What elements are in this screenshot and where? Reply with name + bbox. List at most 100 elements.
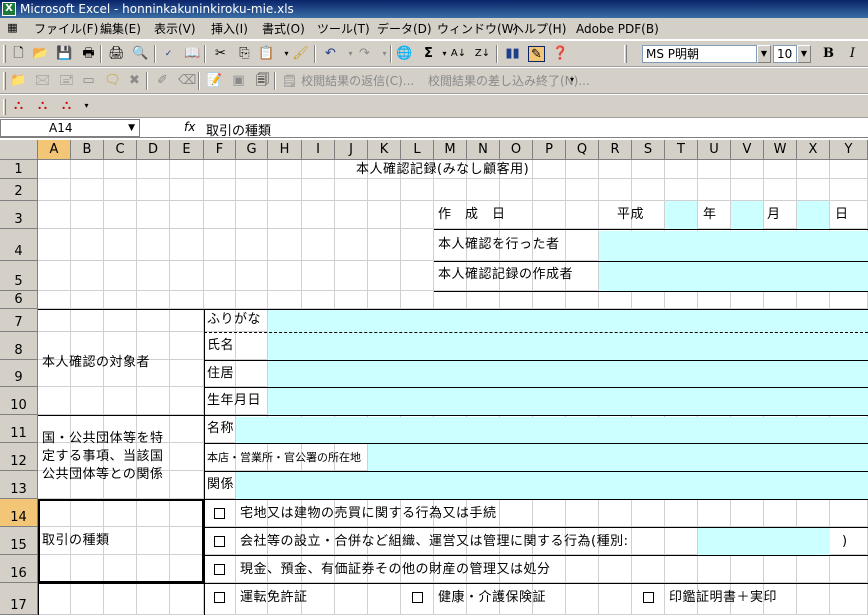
column-header-w[interactable]: W xyxy=(764,140,797,160)
italic-button[interactable]: I xyxy=(844,46,861,62)
column-header-v[interactable]: V xyxy=(731,140,764,160)
id-checkbox-3[interactable] xyxy=(643,592,654,603)
menu-help[interactable]: ヘルプ(H) xyxy=(512,21,566,37)
row-header-5[interactable]: 5 xyxy=(0,261,38,291)
cut-icon[interactable]: ✂ xyxy=(212,46,229,62)
row-header-8[interactable]: 8 xyxy=(0,332,38,360)
open-icon[interactable]: 📂 xyxy=(32,46,49,62)
row-header-6[interactable]: 6 xyxy=(0,291,38,309)
undo-icon[interactable]: ↶ xyxy=(322,46,339,62)
accept-icon[interactable]: ▣ xyxy=(230,73,247,89)
column-header-g[interactable]: G xyxy=(236,140,268,160)
column-header-q[interactable]: Q xyxy=(566,140,599,160)
row-header-11[interactable]: 11 xyxy=(0,415,38,443)
column-header-f[interactable]: F xyxy=(204,140,236,160)
drawing-icon[interactable]: ✎ xyxy=(528,46,545,62)
column-header-m[interactable]: M xyxy=(434,140,467,160)
menu-insert[interactable]: 挿入(I) xyxy=(211,21,248,37)
toolbar-grip[interactable] xyxy=(624,45,627,63)
column-header-x[interactable]: X xyxy=(797,140,830,160)
id-checkbox-2[interactable] xyxy=(412,592,423,603)
row-header-3[interactable]: 3 xyxy=(0,201,38,229)
toolbar-options-icon[interactable]: ▾ xyxy=(566,72,578,90)
id-checkbox-1[interactable] xyxy=(214,592,225,603)
reviewing-pane-icon[interactable]: 🗐 xyxy=(254,73,271,89)
bold-button[interactable]: B xyxy=(820,46,837,62)
menu-data[interactable]: データ(D) xyxy=(377,21,432,37)
autosum-icon[interactable]: Σ xyxy=(420,46,437,62)
font-size-box[interactable]: 10 xyxy=(773,45,797,63)
menu-tools[interactable]: ツール(T) xyxy=(317,21,370,37)
font-name-dropdown-icon[interactable]: ▼ xyxy=(757,45,771,63)
relation-input[interactable] xyxy=(236,471,868,499)
column-header-t[interactable]: T xyxy=(665,140,698,160)
convert-to-pdf-icon[interactable]: ⛬ xyxy=(10,98,27,114)
print-icon[interactable]: 🖨 xyxy=(108,46,125,62)
new-icon[interactable]: 🗋 xyxy=(10,46,27,62)
format-painter-icon[interactable]: 🖌 xyxy=(292,46,309,62)
row-header-14[interactable]: 14 xyxy=(0,499,38,527)
spelling-icon[interactable]: ✓ xyxy=(160,46,177,62)
column-header-d[interactable]: D xyxy=(137,140,170,160)
menu-edit[interactable]: 編集(E) xyxy=(100,21,141,37)
select-all-corner[interactable] xyxy=(0,140,38,160)
column-header-h[interactable]: H xyxy=(268,140,302,160)
tx-type-input[interactable] xyxy=(698,527,830,555)
paste-icon[interactable]: 📋 xyxy=(258,46,275,62)
pdf-email-icon[interactable]: ⛬ xyxy=(34,98,51,114)
sort-ascending-icon[interactable]: A↓ xyxy=(450,46,467,62)
tx-checkbox-1[interactable] xyxy=(214,508,225,519)
column-header-k[interactable]: K xyxy=(368,140,401,160)
menu-file[interactable]: ファイル(F) xyxy=(34,21,98,37)
pdf-review-icon[interactable]: ⛬ xyxy=(58,98,75,114)
reply-with-changes-button[interactable]: 🗒 校閲結果の返信(C)... xyxy=(282,74,414,89)
column-header-e[interactable]: E xyxy=(170,140,204,160)
toolbar-grip[interactable] xyxy=(3,45,6,63)
row-header-7[interactable]: 7 xyxy=(0,309,38,332)
column-header-s[interactable]: S xyxy=(632,140,665,160)
column-header-r[interactable]: R xyxy=(599,140,632,160)
folder-icon[interactable]: 📁 xyxy=(10,73,27,89)
delete-comment-icon[interactable]: ✖ xyxy=(126,73,143,89)
sort-descending-icon[interactable]: Z↓ xyxy=(474,46,491,62)
column-header-j[interactable]: J xyxy=(335,140,368,160)
column-header-c[interactable]: C xyxy=(104,140,137,160)
org-name-input[interactable] xyxy=(236,417,868,443)
research-icon[interactable]: 📖 xyxy=(184,46,201,62)
row-header-17[interactable]: 17 xyxy=(0,583,38,615)
edit-comment-icon[interactable]: ▭ xyxy=(80,73,97,89)
delete-ink-icon[interactable]: ⌫ xyxy=(178,73,196,89)
row-header-2[interactable]: 2 xyxy=(0,179,38,201)
org-location-input[interactable] xyxy=(368,443,868,471)
row-header-4[interactable]: 4 xyxy=(0,229,38,261)
show-comment-icon[interactable]: 🗨 xyxy=(104,73,121,89)
row-header-16[interactable]: 16 xyxy=(0,555,38,583)
print-preview-icon[interactable]: 🔍 xyxy=(132,46,149,62)
row-header-12[interactable]: 12 xyxy=(0,443,38,471)
font-name-box[interactable]: MS P明朝 xyxy=(642,45,757,63)
insert-function-icon[interactable]: fx xyxy=(184,120,195,134)
row-header-10[interactable]: 10 xyxy=(0,387,38,415)
tx-checkbox-3[interactable] xyxy=(214,564,225,575)
column-header-n[interactable]: N xyxy=(467,140,500,160)
reply-icon[interactable]: 🖃 xyxy=(58,73,75,89)
column-header-a[interactable]: A xyxy=(38,140,71,160)
track-changes-icon[interactable]: 📝 xyxy=(206,73,223,89)
toolbar-grip[interactable] xyxy=(3,72,6,90)
ink-icon[interactable]: ✐ xyxy=(154,73,171,89)
menu-format[interactable]: 書式(O) xyxy=(262,21,305,37)
toolbar-grip[interactable] xyxy=(3,99,6,115)
send-icon[interactable]: 🖂 xyxy=(34,73,51,89)
copy-icon[interactable]: ⎘ xyxy=(236,46,253,62)
formula-input[interactable]: 取引の種類 xyxy=(206,120,271,139)
column-header-l[interactable]: L xyxy=(401,140,434,160)
day-input[interactable] xyxy=(797,201,829,229)
help-icon[interactable]: ❓ xyxy=(552,46,569,62)
row-header-15[interactable]: 15 xyxy=(0,527,38,555)
excel-icon[interactable]: X xyxy=(2,2,16,16)
column-header-i[interactable]: I xyxy=(302,140,335,160)
era-year-input[interactable] xyxy=(665,201,697,229)
hyperlink-icon[interactable]: 🌐 xyxy=(396,46,413,62)
column-header-y[interactable]: Y xyxy=(830,140,868,160)
row-header-9[interactable]: 9 xyxy=(0,360,38,387)
